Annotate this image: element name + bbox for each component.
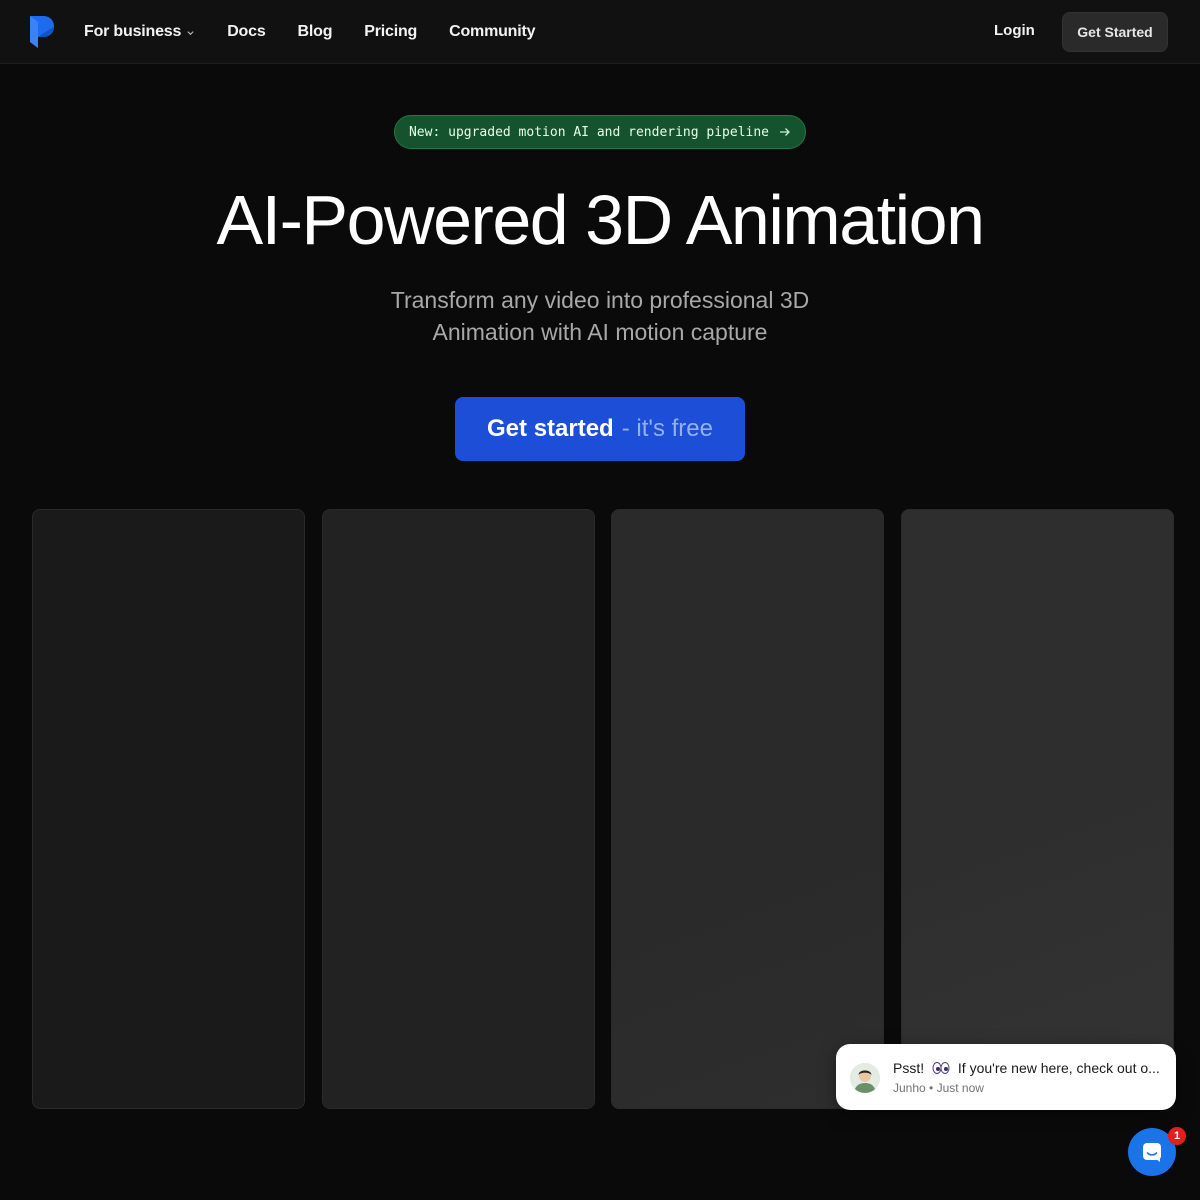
chat-message-text: If you're new here, check out o... [957, 1060, 1160, 1076]
get-started-nav-button[interactable]: Get Started [1062, 12, 1168, 52]
cta-main-label: Get started [487, 415, 614, 442]
brand-logo-icon[interactable] [28, 14, 56, 50]
hero-subtitle: Transform any video into professional 3D… [350, 284, 850, 348]
hero-title: AI-Powered 3D Animation [216, 181, 985, 259]
chat-time: Just now [936, 1081, 984, 1095]
chat-meta: Junho • Just now [893, 1081, 984, 1095]
showcase-card-4 [901, 509, 1174, 1109]
chat-author: Junho [893, 1081, 926, 1095]
chat-message: Psst! If you're new here, check out o... [893, 1060, 1163, 1076]
hero-subtitle-line2: Animation with AI motion capture [432, 319, 768, 345]
cta-suffix-label: - it's free [621, 415, 713, 442]
chat-preview-bubble[interactable]: Psst! If you're new here, check out o...… [836, 1044, 1176, 1110]
nav-docs[interactable]: Docs [227, 23, 266, 41]
hero-subtitle-line1: Transform any video into professional 3D [390, 287, 810, 313]
notification-badge: 1 [1168, 1127, 1186, 1145]
chat-meta-separator: • [929, 1081, 937, 1095]
login-link[interactable]: Login [994, 22, 1035, 39]
nav-community[interactable]: Community [449, 23, 535, 41]
nav-blog[interactable]: Blog [298, 23, 333, 41]
main-nav: For business Docs Blog Pricing Community [84, 0, 567, 64]
announcement-text: New: upgraded motion AI and rendering pi… [408, 124, 770, 140]
showcase-card-3 [611, 509, 884, 1109]
chevron-down-icon [187, 30, 194, 35]
top-navbar: For business Docs Blog Pricing Community… [0, 0, 1200, 64]
arrow-right-icon [780, 128, 790, 136]
showcase-card-2 [322, 509, 595, 1109]
nav-for-business[interactable]: For business [84, 23, 195, 41]
showcase-card-1 [32, 509, 305, 1109]
eyes-emoji-icon [932, 1062, 950, 1074]
announcement-pill[interactable]: New: upgraded motion AI and rendering pi… [394, 115, 806, 149]
nav-for-business-label: For business [84, 23, 182, 40]
nav-pricing[interactable]: Pricing [364, 23, 417, 41]
avatar [850, 1063, 880, 1093]
chat-icon [1143, 1143, 1161, 1162]
chat-message-prefix: Psst! [893, 1060, 925, 1076]
get-started-free-button[interactable]: Get started - it's free [455, 397, 745, 461]
